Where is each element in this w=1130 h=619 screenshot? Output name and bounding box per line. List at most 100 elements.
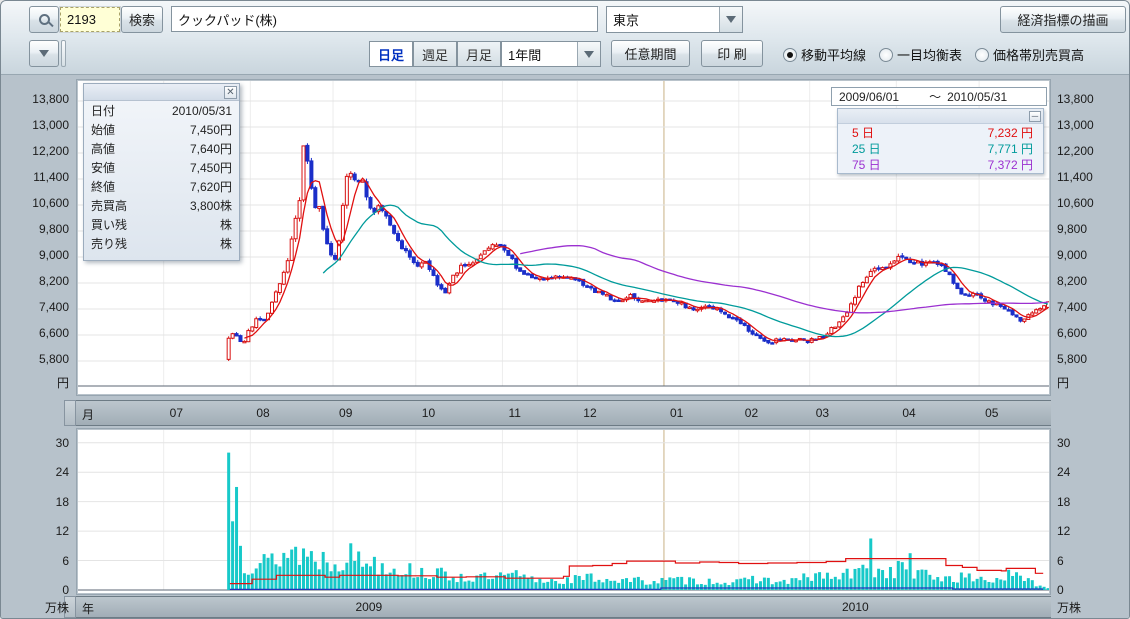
price-tick-label: 7,400 (1, 300, 69, 314)
volume-tick-label: 12 (1057, 524, 1070, 538)
chevron-down-icon (584, 51, 594, 58)
radio-option-selected[interactable]: 移動平均線 (783, 45, 866, 64)
price-axis-unit: 円 (1, 374, 69, 391)
chevron-down-icon (726, 16, 736, 23)
month-tick-label: 10 (422, 406, 435, 420)
month-tick-label: 12 (583, 406, 596, 420)
month-tick-label: 05 (985, 406, 998, 420)
price-tick-label: 13,800 (1057, 92, 1094, 106)
market-select[interactable]: 東京 (606, 6, 743, 33)
toolbar-divider (61, 40, 66, 67)
volume-tick-label: 0 (1057, 583, 1064, 597)
tab-weekly[interactable]: 週足 (413, 41, 457, 67)
tab-daily[interactable]: 日足 (369, 41, 413, 67)
year-axis-title: 年 (82, 600, 94, 617)
date-range-separator: ～ (929, 88, 941, 105)
price-tick-label: 9,000 (1057, 248, 1087, 262)
quote-info-value: 7,450円 (190, 159, 232, 176)
month-tick-label: 09 (339, 406, 352, 420)
price-tick-label: 11,400 (1, 170, 69, 184)
price-tick-label: 5,800 (1, 352, 69, 366)
price-tick-label: 9,800 (1, 222, 69, 236)
quote-info-row: 売り残株 (84, 234, 239, 253)
toolbar: 検索 東京 経済指標の描画 日足 週足 月足 1年間 任意期間 印 刷 移動平均… (1, 1, 1130, 75)
price-tick-label: 8,200 (1, 274, 69, 288)
volume-tick-label: 18 (1057, 495, 1070, 509)
quote-info-label: 買い残 (91, 216, 127, 233)
ma-legend-rows: 5 日 7,232 円25 日7,771 円75 日 7,372 円 (838, 125, 1043, 172)
chevron-down-icon (39, 50, 49, 57)
minimize-icon[interactable]: ─ (1029, 111, 1041, 122)
ma-legend-value: 7,232 円 (988, 124, 1033, 141)
indicator-radio-group: 移動平均線 一目均衡表 価格帯別売買高 (783, 41, 1084, 68)
ma-legend-panel: ─ 5 日 7,232 円25 日7,771 円75 日 7,372 円 (837, 108, 1044, 174)
date-range-box: 2009/06/01 ～ 2010/05/31 (831, 87, 1047, 106)
quote-info-label: 売り残 (91, 235, 127, 252)
market-select-dropdown-button[interactable] (719, 7, 742, 32)
month-tick-label: 02 (745, 406, 758, 420)
radio-button-icon[interactable] (879, 48, 893, 62)
tab-monthly[interactable]: 月足 (457, 41, 501, 67)
price-tick-label: 7,400 (1057, 300, 1087, 314)
quote-info-row: 始値 7,450円 (84, 120, 239, 139)
year-axis-strip: 年20092010 (76, 596, 1051, 618)
quote-info-label: 始値 (91, 121, 115, 138)
year-tick-label: 2010 (842, 600, 869, 614)
quote-info-row: 日付2010/05/31 (84, 101, 239, 120)
period-select-value: 1年間 (502, 45, 577, 64)
volume-gridlines (77, 429, 1050, 590)
radio-button-icon[interactable] (975, 48, 989, 62)
quote-info-label: 売買高 (91, 197, 127, 214)
volume-tick-label: 6 (1057, 554, 1064, 568)
price-tick-label: 10,600 (1057, 196, 1094, 210)
month-axis-title: 月 (82, 406, 94, 423)
quote-info-value: 7,450円 (190, 121, 232, 138)
economic-indicator-button[interactable]: 経済指標の描画 (1000, 6, 1126, 33)
stock-name-input[interactable] (171, 6, 598, 32)
month-tick-label: 07 (170, 406, 183, 420)
month-tick-label: 03 (816, 406, 829, 420)
quote-info-rows: 日付2010/05/31始値7,450円高値7,640円安値7,450円終値7,… (84, 101, 239, 253)
ma-legend-label: 75 日 (852, 156, 881, 173)
radio-option-unselected[interactable]: 一目均衡表 (879, 45, 962, 64)
price-tick-label: 9,000 (1, 248, 69, 262)
ma-legend-row: 5 日 7,232 円 (838, 125, 1043, 140)
search-icon-button[interactable] (29, 6, 59, 33)
price-tick-label: 6,600 (1057, 326, 1087, 340)
volume-chart-plot[interactable] (76, 428, 1051, 595)
quote-info-row: 買い残株 (84, 215, 239, 234)
ma-legend-row: 25 日7,771 円 (838, 141, 1043, 156)
search-button[interactable]: 検索 (121, 6, 163, 33)
quote-info-panel: ✕ 日付2010/05/31始値7,450円高値7,640円安値7,450円終値… (83, 83, 240, 261)
price-tick-label: 13,800 (1, 92, 69, 106)
print-button[interactable]: 印 刷 (701, 40, 763, 67)
price-tick-label: 9,800 (1057, 222, 1087, 236)
date-range-end: 2010/05/31 (947, 90, 1007, 104)
ma5-line (244, 178, 1048, 341)
month-axis-strip: 月0708091011120102030405 (76, 400, 1051, 426)
quote-info-value: 2010/05/31 (172, 104, 232, 118)
period-select[interactable]: 1年間 (501, 41, 601, 67)
volume-chart[interactable] (77, 429, 1050, 594)
volume-tick-label: 24 (1, 465, 69, 479)
month-tick-label: 08 (256, 406, 269, 420)
custom-period-button[interactable]: 任意期間 (611, 40, 690, 67)
ma-legend-label: 5 日 (852, 124, 874, 141)
close-icon[interactable]: ✕ (224, 86, 237, 99)
stock-code-input[interactable] (60, 7, 120, 32)
price-tick-label: 12,200 (1057, 144, 1094, 158)
stock-chart-app: 検索 東京 経済指標の描画 日足 週足 月足 1年間 任意期間 印 刷 移動平均… (0, 0, 1130, 619)
ma-legend-label: 25 日 (852, 140, 881, 157)
radio-label: 価格帯別売買高 (993, 45, 1084, 64)
radio-button-icon[interactable] (783, 48, 797, 62)
quote-info-value: 7,620円 (190, 178, 232, 195)
panel-dropdown-button[interactable] (29, 40, 59, 67)
quote-info-value: 3,800株 (190, 197, 232, 214)
quote-info-row: 安値7,450円 (84, 158, 239, 177)
radio-option-unselected[interactable]: 価格帯別売買高 (975, 45, 1084, 64)
ma-legend-value: 7,372 円 (988, 156, 1033, 173)
radio-label: 一目均衡表 (897, 45, 962, 64)
period-select-dropdown-button[interactable] (577, 42, 600, 66)
price-tick-label: 12,200 (1, 144, 69, 158)
month-tick-label: 01 (670, 406, 683, 420)
